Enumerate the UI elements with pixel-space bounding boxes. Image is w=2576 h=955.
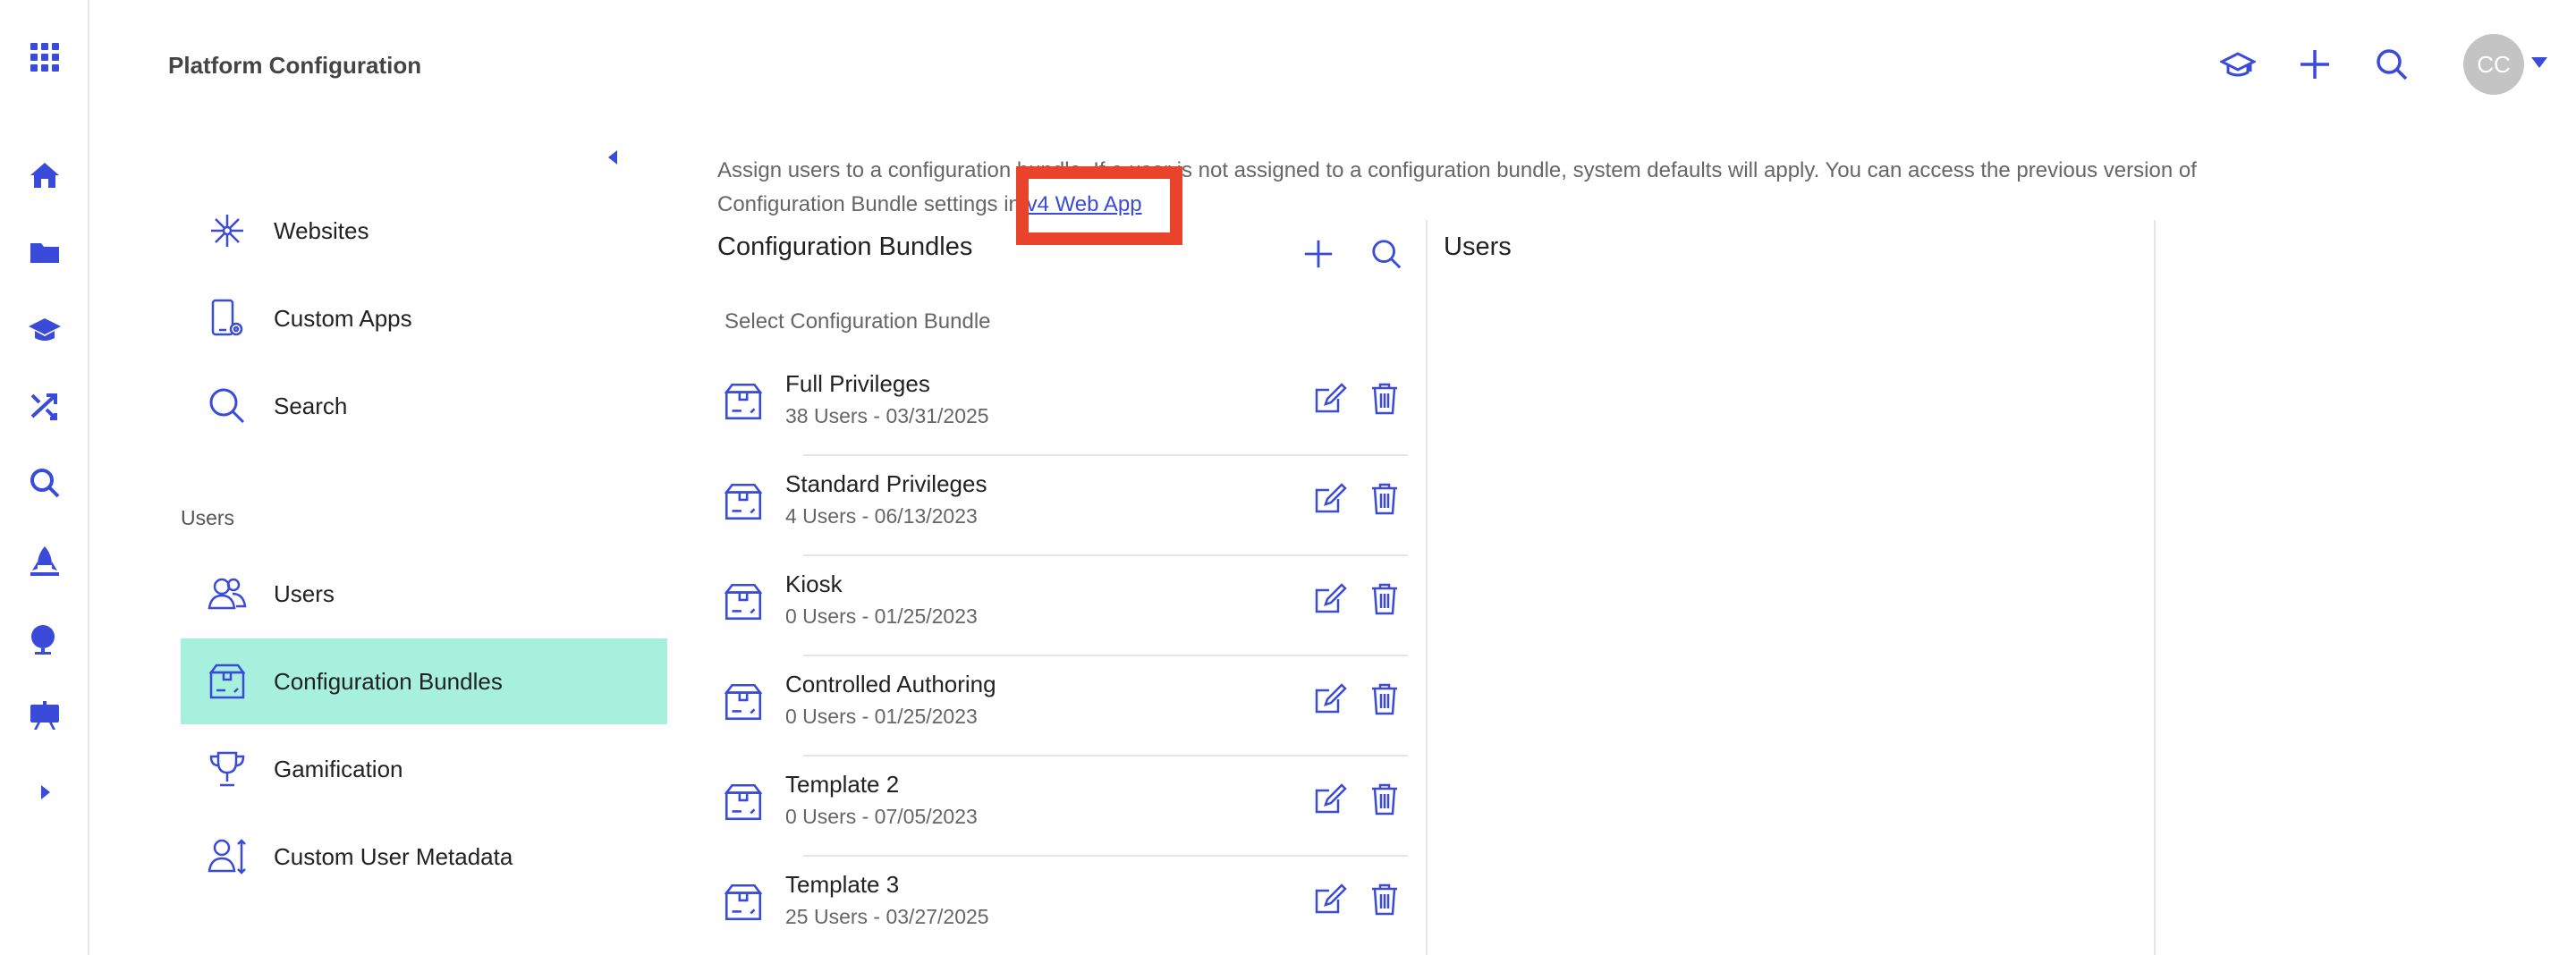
intro-description: Assign users to a configuration bundle. … — [717, 158, 2197, 216]
plus-icon[interactable] — [2295, 45, 2334, 84]
nav-item-label: Custom Apps — [274, 304, 412, 332]
nav-item-label: Gamification — [274, 755, 403, 782]
add-bundle-button[interactable] — [1299, 234, 1338, 274]
box-icon — [206, 660, 249, 703]
panel-divider — [1426, 220, 1428, 955]
box-icon — [721, 880, 766, 925]
nav-item-search[interactable]: Search — [181, 363, 667, 449]
collapse-sidebar-icon[interactable] — [608, 150, 617, 165]
user-metadata-icon — [206, 835, 249, 878]
box-icon — [721, 579, 766, 624]
nav-item-custom-apps[interactable]: Custom Apps — [181, 275, 667, 361]
nav-item-label: Custom User Metadata — [274, 842, 513, 870]
page-title: Platform Configuration — [168, 52, 422, 79]
edit-icon[interactable] — [1311, 882, 1347, 917]
apps-grid-icon[interactable] — [23, 36, 66, 79]
search-bundles-button[interactable] — [1367, 234, 1406, 274]
trash-icon[interactable] — [1367, 381, 1402, 417]
app-rail — [0, 0, 89, 955]
home-icon[interactable] — [23, 154, 66, 197]
box-icon — [721, 680, 766, 724]
box-icon — [721, 780, 766, 824]
bundle-name: Kiosk — [785, 570, 843, 597]
intro-text: Assign users to a configuration bundle. … — [717, 154, 2274, 222]
expand-arrow-icon[interactable] — [23, 771, 66, 814]
panel-divider — [2154, 220, 2156, 955]
tablet-gear-icon — [206, 297, 249, 340]
edit-icon[interactable] — [1311, 481, 1347, 517]
bundles-panel-title: Configuration Bundles — [717, 232, 973, 261]
box-icon — [721, 479, 766, 524]
list-item[interactable]: Template 3 25 Users - 03/27/2025 — [717, 857, 1408, 955]
bundle-name: Controlled Authoring — [785, 671, 996, 697]
list-item[interactable]: Full Privileges 38 Users - 03/31/2025 — [717, 356, 1408, 456]
nav-item-label: Search — [274, 392, 348, 419]
nav-item-custom-user-metadata[interactable]: Custom User Metadata — [181, 814, 667, 900]
trash-icon[interactable] — [1367, 481, 1402, 517]
bundle-meta: 38 Users - 03/31/2025 — [785, 404, 989, 427]
chevron-down-icon[interactable] — [2531, 57, 2547, 68]
bundle-name: Template 3 — [785, 871, 900, 898]
trash-icon[interactable] — [1367, 782, 1402, 817]
trash-icon[interactable] — [1367, 581, 1402, 617]
graduation-cap-icon[interactable] — [2218, 45, 2258, 84]
bundle-name: Standard Privileges — [785, 470, 987, 497]
edit-icon[interactable] — [1311, 782, 1347, 817]
avatar[interactable]: CC — [2463, 34, 2524, 95]
search-icon[interactable] — [23, 461, 66, 504]
bundle-meta: 0 Users - 01/25/2023 — [785, 604, 978, 628]
nav-item-label: Users — [274, 579, 335, 607]
nav-item-users[interactable]: Users — [181, 551, 667, 637]
nav-item-gamification[interactable]: Gamification — [181, 726, 667, 812]
nav-item-label: Configuration Bundles — [274, 667, 503, 695]
nav-item-label: Websites — [274, 216, 369, 244]
users-icon — [206, 572, 249, 615]
bundle-name: Template 2 — [785, 771, 900, 798]
trash-icon[interactable] — [1367, 882, 1402, 917]
select-bundle-label: Select Configuration Bundle — [724, 309, 991, 334]
presentation-icon[interactable] — [23, 694, 66, 737]
sparkle-icon — [206, 209, 249, 252]
bundle-meta: 0 Users - 01/25/2023 — [785, 705, 978, 728]
folder-icon[interactable] — [23, 231, 66, 274]
bundle-meta: 0 Users - 07/05/2023 — [785, 805, 978, 828]
search-icon — [206, 385, 249, 427]
edit-icon[interactable] — [1311, 581, 1347, 617]
bundle-name: Full Privileges — [785, 370, 930, 397]
search-icon[interactable] — [2372, 45, 2411, 84]
list-item[interactable]: Standard Privileges 4 Users - 06/13/2023 — [717, 456, 1408, 556]
list-item[interactable]: Kiosk 0 Users - 01/25/2023 — [717, 556, 1408, 656]
nav-item-configuration-bundles[interactable]: Configuration Bundles — [181, 638, 667, 724]
list-item[interactable]: Controlled Authoring 0 Users - 01/25/202… — [717, 656, 1408, 756]
rocket-icon[interactable] — [23, 540, 66, 583]
graduation-cap-icon[interactable] — [23, 308, 66, 351]
trash-icon[interactable] — [1367, 681, 1402, 717]
box-icon — [721, 379, 766, 424]
nav-item-websites[interactable]: Websites — [181, 188, 667, 274]
shuffle-icon[interactable] — [23, 385, 66, 427]
bundle-meta: 4 Users - 06/13/2023 — [785, 504, 978, 528]
globe-icon[interactable] — [23, 617, 66, 660]
v4-web-app-link[interactable]: v4 Web App — [1027, 192, 1142, 216]
users-panel-title: Users — [1444, 232, 1512, 261]
nav-section-users: Users — [181, 506, 235, 529]
list-item[interactable]: Template 2 0 Users - 07/05/2023 — [717, 756, 1408, 857]
trophy-icon — [206, 748, 249, 790]
edit-icon[interactable] — [1311, 381, 1347, 417]
bundle-meta: 25 Users - 03/27/2025 — [785, 905, 989, 928]
edit-icon[interactable] — [1311, 681, 1347, 717]
